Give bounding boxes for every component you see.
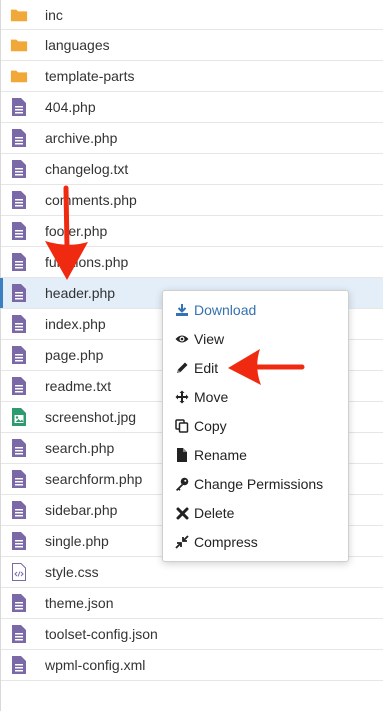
download-icon [175,303,189,317]
file-name: wpml-config.xml [45,657,146,673]
menu-item-move[interactable]: Move [163,384,348,410]
file-icon [10,252,28,272]
list-item[interactable]: comments.php [1,185,383,216]
move-arrows-icon [175,390,189,404]
file-icon [175,448,189,462]
file-name: 404.php [45,99,96,115]
menu-item-label: Delete [194,505,235,521]
file-name: searchform.php [45,471,143,487]
list-item[interactable]: languages [1,30,383,61]
file-icon [10,469,28,489]
file-icon [10,531,28,551]
file-name: changelog.txt [45,161,129,177]
eye-icon [175,332,189,346]
file-icon [10,314,28,334]
file-icon [10,655,28,675]
file-icon [10,593,28,613]
menu-item-download[interactable]: Download [163,297,348,323]
list-item[interactable]: archive.php [1,123,383,154]
file-icon [10,500,28,520]
file-name: theme.json [45,595,114,611]
menu-item-label: Edit [194,360,219,376]
file-name: style.css [45,564,99,580]
pencil-icon [175,361,189,375]
menu-item-label: Move [194,389,229,405]
file-name: sidebar.php [45,502,118,518]
list-item[interactable]: theme.json [1,588,383,619]
list-item[interactable]: inc [1,0,383,30]
file-name: footer.php [45,223,108,239]
file-name: screenshot.jpg [45,409,137,425]
list-item[interactable]: toolset-config.json [1,619,383,650]
file-icon [10,438,28,458]
file-name: single.php [45,533,109,549]
file-name: inc [45,6,63,23]
file-icon [10,376,28,396]
image-file-icon [10,407,28,427]
menu-item-label: Compress [194,534,258,550]
list-item[interactable]: wpml-config.xml [1,650,383,681]
key-icon [175,477,189,491]
file-name: page.php [45,347,104,363]
file-icon [10,624,28,644]
menu-item-label: Rename [194,447,247,463]
list-item[interactable]: 404.php [1,92,383,123]
menu-item-compress[interactable]: Compress [163,529,348,555]
file-icon [10,128,28,148]
file-name: readme.txt [45,378,112,394]
file-icon [10,97,28,117]
compress-icon [175,535,189,549]
code-file-icon [10,562,28,582]
menu-item-label: Copy [194,418,227,434]
file-icon [10,159,28,179]
file-icon [10,190,28,210]
menu-item-view[interactable]: View [163,326,348,352]
folder-icon [10,66,28,86]
menu-item-delete[interactable]: Delete [163,500,348,526]
list-item[interactable]: changelog.txt [1,154,383,185]
menu-item-copy[interactable]: Copy [163,413,348,439]
file-name: archive.php [45,130,118,146]
file-name: template-parts [45,68,135,84]
context-menu: Download View Edit Move Copy Rename Chan… [162,290,349,562]
menu-item-label: Change Permissions [194,476,324,492]
x-icon [175,506,189,520]
file-name: index.php [45,316,106,332]
menu-item-label: View [194,331,225,347]
list-item[interactable]: template-parts [1,61,383,92]
copy-icon [175,419,189,433]
menu-item-rename[interactable]: Rename [163,442,348,468]
list-item[interactable]: footer.php [1,216,383,247]
file-name: functions.php [45,254,129,270]
menu-item-change-permissions[interactable]: Change Permissions [163,471,348,497]
file-icon [10,283,28,303]
list-item[interactable]: functions.php [1,247,383,278]
menu-item-edit[interactable]: Edit [163,355,348,381]
file-name: header.php [45,285,116,301]
folder-icon [10,35,28,55]
folder-icon [10,5,28,25]
file-name: comments.php [45,192,137,208]
file-name: toolset-config.json [45,626,158,642]
file-name: search.php [45,440,115,456]
file-icon [10,221,28,241]
menu-item-label: Download [194,302,257,318]
file-name: languages [45,37,110,53]
file-icon [10,345,28,365]
